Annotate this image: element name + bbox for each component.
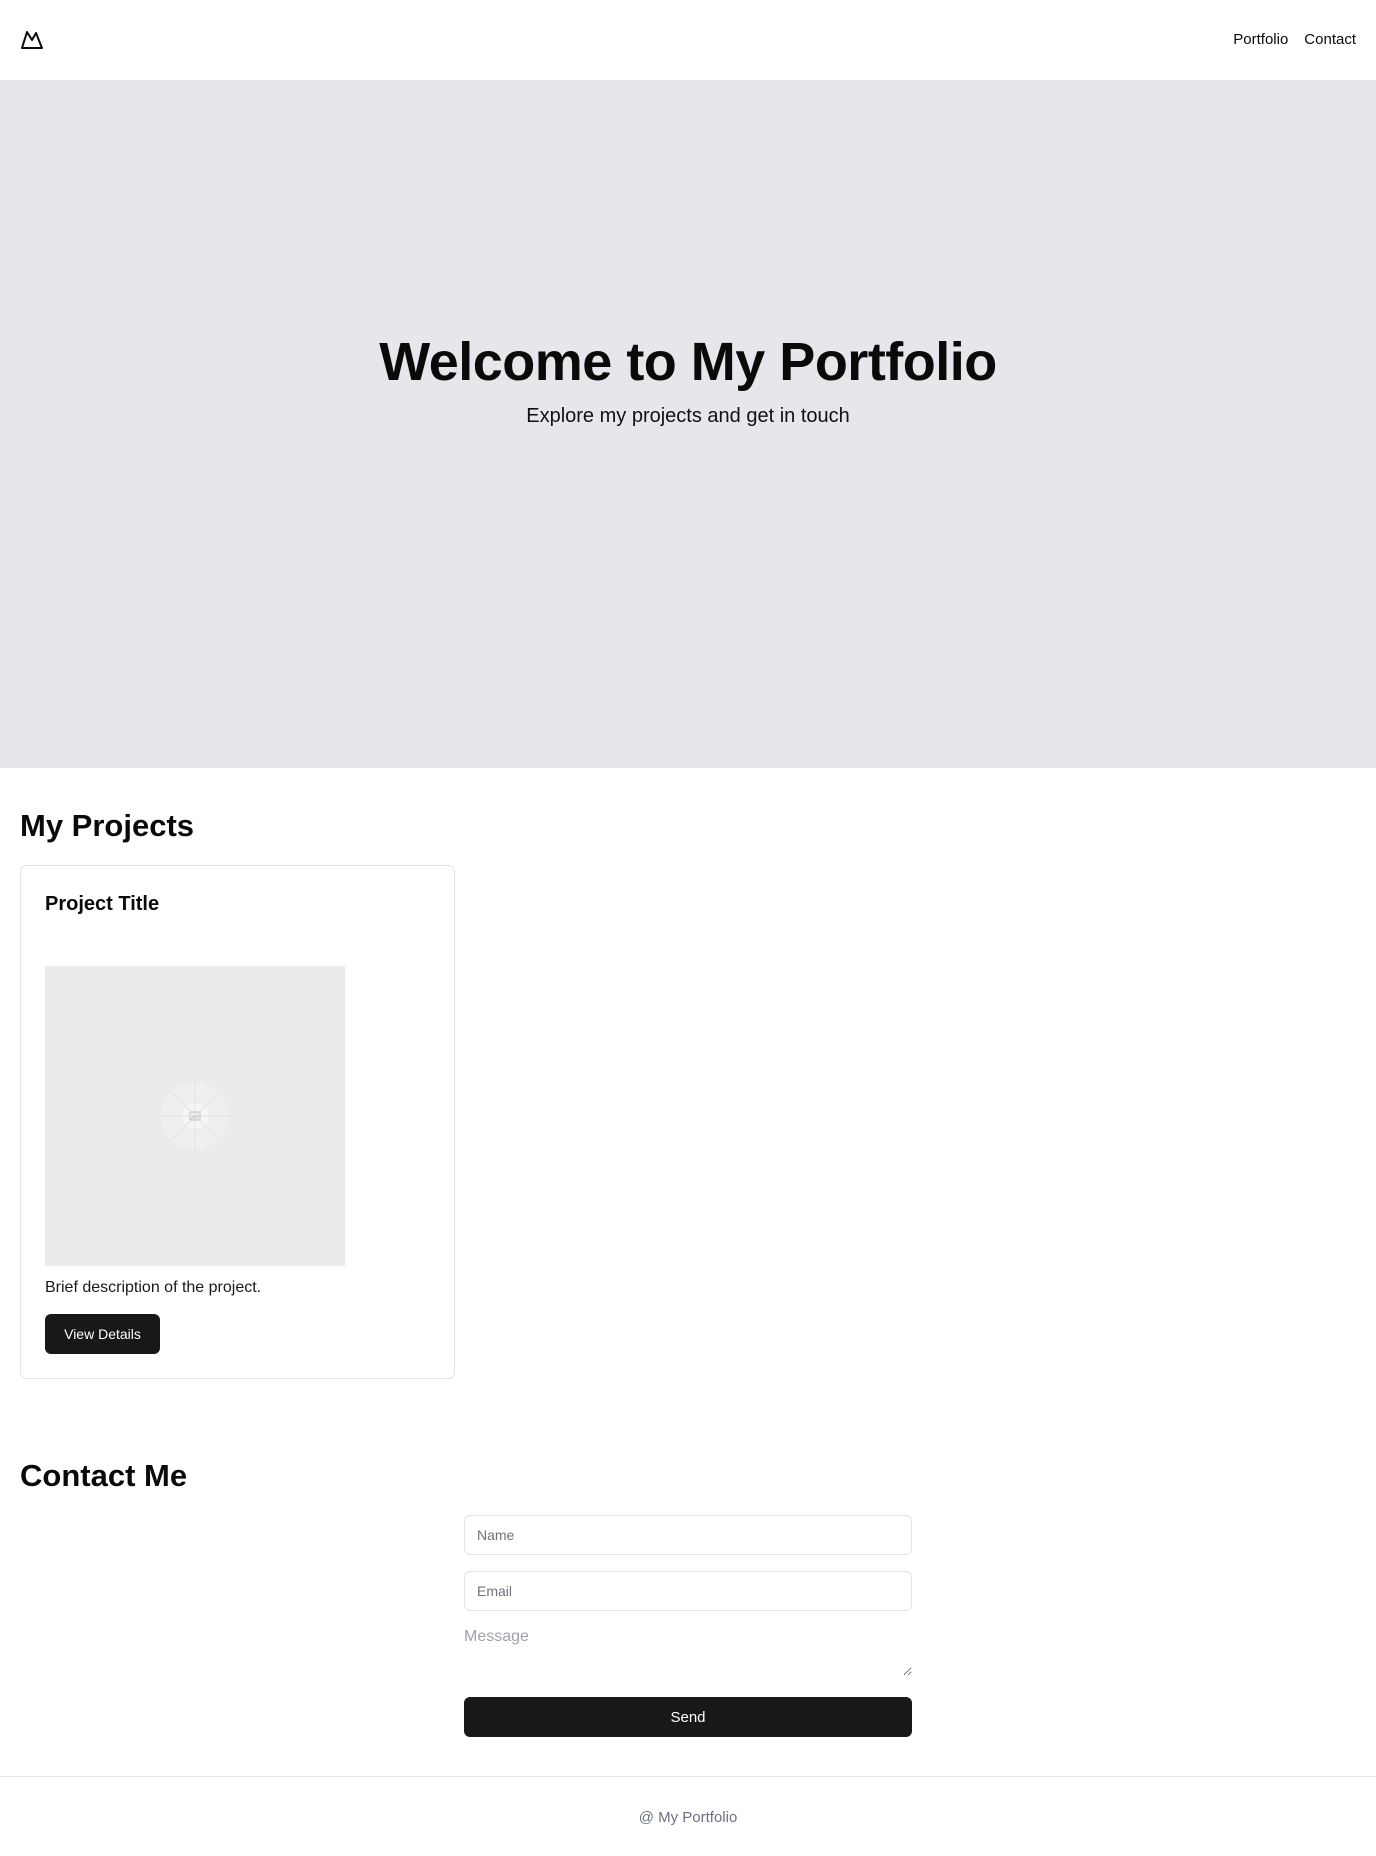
footer-copyright: @ My Portfolio xyxy=(638,1809,738,1826)
hero-section: Welcome to My Portfolio Explore my proje… xyxy=(0,80,1376,768)
contact-heading: Contact Me xyxy=(20,1458,188,1493)
name-input[interactable] xyxy=(464,1515,912,1555)
nav-link-portfolio[interactable]: Portfolio xyxy=(1233,30,1288,50)
mountain-icon[interactable] xyxy=(20,28,44,52)
send-button[interactable]: Send xyxy=(464,1697,912,1737)
hero-title: Welcome to My Portfolio xyxy=(379,332,997,392)
page: Portfolio Contact Welcome to My Portfoli… xyxy=(0,0,1376,1856)
image-placeholder-icon xyxy=(157,1078,233,1154)
message-textarea[interactable] xyxy=(464,1626,912,1676)
footer-divider xyxy=(0,1776,1376,1777)
projects-heading: My Projects xyxy=(20,808,195,843)
view-details-button[interactable]: View Details xyxy=(45,1314,160,1354)
nav-link-contact[interactable]: Contact xyxy=(1304,30,1356,50)
site-header: Portfolio Contact xyxy=(0,0,1376,80)
project-description: Brief description of the project. xyxy=(45,1279,262,1296)
hero-subtitle: Explore my projects and get in touch xyxy=(526,405,850,427)
email-input[interactable] xyxy=(464,1571,912,1611)
project-card: Project Title Brief description of the p… xyxy=(20,865,455,1379)
project-title: Project Title xyxy=(45,893,160,915)
project-image xyxy=(45,966,345,1266)
main-nav: Portfolio Contact xyxy=(1233,30,1356,50)
